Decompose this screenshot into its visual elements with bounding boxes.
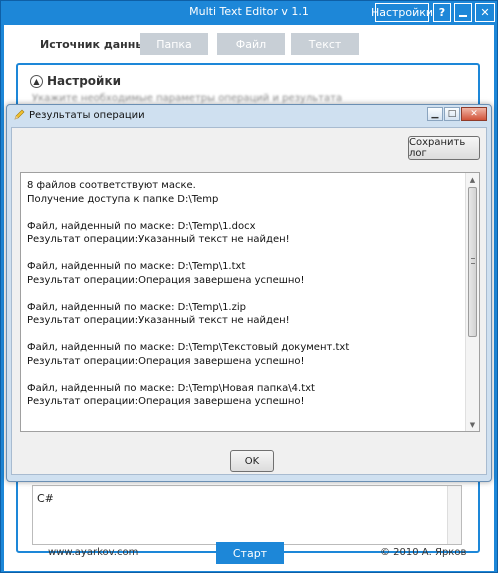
settings-header-label: Настройки: [47, 74, 122, 88]
log-line: Результат операции:Указанный текст не на…: [27, 234, 290, 245]
footer: www.ayarkov.com Старт © 2010 А. Ярков: [4, 539, 494, 569]
file-button[interactable]: Файл: [217, 33, 285, 55]
log-line: Результат операции:Операция завершена ус…: [27, 355, 305, 367]
log-line: Получение доступа к папке D:\Temp: [27, 193, 219, 205]
settings-header[interactable]: ▲ Настройки: [30, 74, 121, 88]
text-area-scrollbar[interactable]: [447, 486, 461, 544]
website-link[interactable]: www.ayarkov.com: [48, 547, 138, 558]
log-scrollbar[interactable]: ▲ ▼: [465, 173, 479, 431]
log-line: Файл, найденный по маске: D:\Temp\1.docx: [27, 220, 256, 232]
log-content: 8 файлов соответствуют маске. Получение д…: [27, 179, 463, 409]
language-label: C#: [37, 492, 54, 505]
dialog-minimize-button[interactable]: ▁: [427, 107, 443, 121]
minimize-icon: [459, 15, 467, 17]
minimize-button[interactable]: [454, 3, 472, 22]
grip-icon: [471, 258, 475, 264]
log-line: Результат операции:Указанный текст не на…: [27, 315, 290, 326]
log-line: Результат операции:Операция завершена ус…: [27, 396, 305, 407]
help-button[interactable]: ?: [433, 3, 451, 22]
scroll-up-icon[interactable]: ▲: [466, 173, 479, 186]
settings-button[interactable]: Настройки: [371, 3, 433, 22]
dialog-close-button[interactable]: ✕: [461, 107, 487, 121]
title-bar[interactable]: Multi Text Editor v 1.1 Настройки ? ✕: [1, 1, 497, 23]
code-text-area[interactable]: C#: [32, 485, 462, 545]
log-text-box[interactable]: 8 файлов соответствуют маске. Получение д…: [20, 172, 480, 432]
chevron-up-icon[interactable]: ▲: [30, 74, 43, 88]
log-line: Файл, найденный по маске: D:\Temp\Тексто…: [27, 342, 350, 353]
log-line: Файл, найденный по маске: D:\Temp\1.zip: [27, 301, 246, 313]
log-line: 8 файлов соответствуют маске.: [27, 180, 196, 191]
dialog-window-controls: ▁ □ ✕: [427, 107, 487, 121]
ok-button[interactable]: OK: [230, 450, 274, 472]
text-button[interactable]: Текст: [291, 33, 359, 55]
close-button[interactable]: ✕: [475, 3, 495, 22]
results-dialog: Результаты операции ▁ □ ✕ Сохранить лог …: [6, 104, 492, 482]
log-line: Файл, найденный по маске: D:\Temp\Новая …: [27, 382, 315, 394]
settings-subtitle: Укажите необходимые параметры операций и…: [32, 93, 343, 104]
dialog-title: Результаты операции: [29, 109, 145, 121]
copyright-text: © 2010 А. Ярков: [380, 547, 467, 558]
scroll-thumb[interactable]: [468, 187, 477, 337]
save-log-button[interactable]: Сохранить лог: [408, 136, 480, 160]
log-line: Файл, найденный по маске: D:\Temp\1.txt: [27, 261, 246, 272]
folder-button[interactable]: Папка: [140, 33, 208, 55]
source-row: Источник данных Папка Файл Текст: [4, 25, 494, 63]
dialog-body: Сохранить лог 8 файлов соответствуют мас…: [11, 127, 487, 475]
start-button[interactable]: Старт: [216, 542, 284, 564]
log-line: Результат операции:Операция завершена ус…: [27, 274, 305, 286]
source-label: Источник данных: [40, 38, 153, 51]
dialog-maximize-button[interactable]: □: [444, 107, 460, 121]
pencil-icon: [14, 109, 25, 120]
scroll-down-icon[interactable]: ▼: [466, 418, 479, 431]
dialog-title-bar[interactable]: Результаты операции: [13, 109, 145, 121]
